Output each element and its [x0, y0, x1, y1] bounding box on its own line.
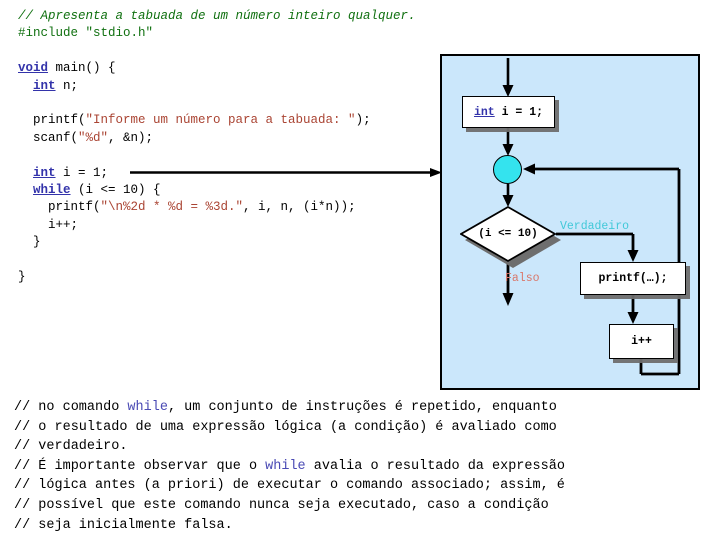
code-token: , &n); — [108, 130, 154, 145]
flow-node-printf: printf(…); — [580, 262, 686, 295]
flow-node-init: int i = 1; — [462, 96, 555, 128]
comment-line: // lógica antes (a priori) de executar o… — [14, 476, 714, 496]
code-token: while — [33, 182, 71, 197]
code-token: void — [18, 61, 49, 76]
code-token: int — [33, 165, 56, 180]
code-token: i = 1; — [55, 165, 109, 180]
comment-token: // possível que este comando nunca seja … — [14, 497, 549, 513]
flow-node-increment: i++ — [609, 324, 674, 359]
comment-line: // o resultado de uma expressão lógica (… — [14, 418, 714, 438]
code-line: void main() { — [18, 60, 448, 77]
code-line: // Apresenta a tabuada de um número inte… — [18, 8, 448, 25]
code-line: } — [18, 269, 448, 286]
code-token: printf( — [18, 113, 86, 128]
code-line: scanf("%d", &n); — [18, 130, 448, 147]
comment-line: // seja inicialmente falsa. — [14, 516, 714, 536]
source-code-listing: // Apresenta a tabuada de um número inte… — [18, 8, 448, 286]
comment-token: , um conjunto de instruções é repetido, … — [167, 400, 557, 415]
slide-canvas: // Apresenta a tabuada de um número inte… — [0, 0, 720, 540]
code-token: printf( — [18, 200, 101, 215]
flow-node-init-text: i = 1; — [494, 105, 544, 119]
comment-token: avalia o resultado da expressão — [305, 458, 565, 474]
branch-label-false: Falso — [505, 272, 540, 285]
explanatory-comment-block: // no comando while, um conjunto de inst… — [14, 398, 714, 535]
flowchart-panel: int i = 1; (i <= 10) Verdadeiro Falso pr… — [440, 54, 700, 390]
code-line: while (i <= 10) { — [18, 182, 448, 199]
comment-token: // É importante observar que o — [14, 458, 266, 474]
code-token: n; — [55, 78, 79, 93]
comment-token: // no comando — [14, 400, 128, 415]
flow-node-decision-label: (i <= 10) — [478, 228, 538, 240]
code-token: } — [18, 269, 26, 284]
code-line: int n; — [18, 78, 448, 95]
code-token: (i <= 10) { — [70, 182, 161, 197]
comment-line: // É importante observar que o while ava… — [14, 457, 714, 477]
code-line: printf("Informe um número para a tabuada… — [18, 112, 448, 129]
comment-line: // no comando while, um conjunto de inst… — [14, 398, 714, 418]
comment-token: while — [127, 400, 168, 415]
code-token: "stdio.h" — [85, 26, 154, 41]
comment-token: // o resultado de uma expressão lógica (… — [14, 419, 557, 435]
code-token: , i, n, (i*n)); — [243, 200, 356, 215]
code-token: int — [33, 78, 56, 93]
code-token: "%d" — [78, 130, 109, 145]
flow-node-decision: (i <= 10) — [460, 206, 561, 268]
code-token: "\n%2d * %d = %3d." — [100, 200, 244, 215]
code-token: #include — [18, 26, 86, 41]
code-token: main() { — [48, 61, 116, 76]
code-token: i++; — [18, 217, 79, 232]
code-to-flowchart-arrow — [130, 168, 442, 177]
comment-line: // possível que este comando nunca seja … — [14, 496, 714, 516]
comment-token: while — [265, 458, 306, 474]
flow-node-junction-circle — [493, 155, 522, 184]
comment-token: // seja inicialmente falsa. — [14, 517, 233, 533]
code-line: i++; — [18, 217, 448, 234]
code-line: } — [18, 234, 448, 251]
code-token: // Apresenta a tabuada de um número inte… — [18, 9, 416, 23]
branch-label-true: Verdadeiro — [560, 220, 630, 233]
code-token: scanf( — [18, 130, 79, 145]
comment-line: // verdadeiro. — [14, 437, 714, 457]
code-token: } — [18, 235, 41, 250]
comment-token: // lógica antes (a priori) de executar o… — [14, 478, 565, 494]
code-token: "Informe um número para a tabuada: " — [85, 113, 356, 128]
flow-node-init-keyword: int — [473, 105, 495, 119]
code-line: #include "stdio.h" — [18, 25, 448, 42]
code-line: printf("\n%2d * %d = %3d.", i, n, (i*n))… — [18, 199, 448, 216]
code-token: ); — [355, 113, 371, 128]
comment-token: // verdadeiro. — [14, 439, 128, 455]
